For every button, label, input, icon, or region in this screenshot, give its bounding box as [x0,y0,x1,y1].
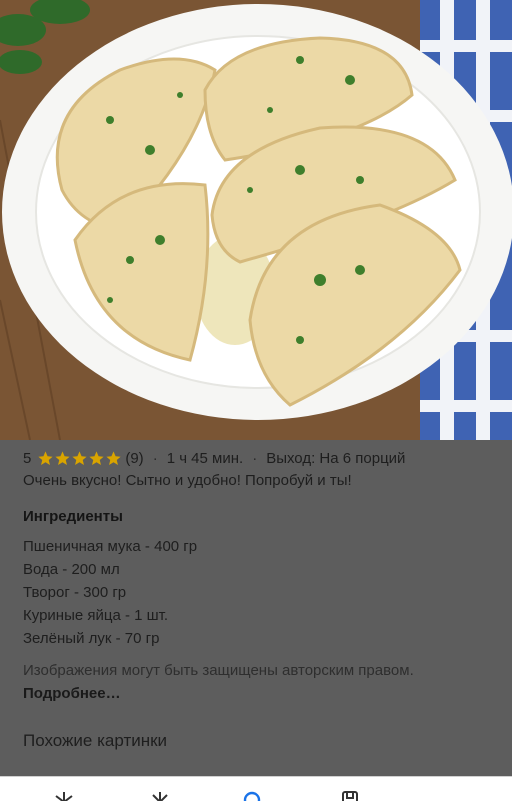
recipe-yield: Выход: На 6 порций [266,449,406,467]
star-icon [89,450,104,465]
similar-images-link[interactable]: Похожие картинки [23,731,167,751]
updates-icon[interactable] [148,790,172,801]
copyright-notice: Изображения могут быть защищены авторски… [23,659,483,705]
review-count[interactable]: (9) [125,450,143,467]
ingredients-heading: Ингредиенты [23,508,123,525]
rating-stars [37,450,122,467]
star-icon [72,450,87,465]
cook-time: 1 ч 45 мин. [166,449,244,467]
collections-icon[interactable] [338,790,362,801]
ingredient-item: Пшеничная мука - 400 гр [23,538,198,555]
recipe-info-panel: 5 (9) · 1 ч 45 мин. · Выход: На 6 порций… [0,440,512,776]
rating-value: 5 [23,449,32,467]
star-icon [106,450,121,465]
learn-more-link[interactable]: Подробнее… [23,685,121,702]
ingredient-item: Вода - 200 мл [23,561,120,578]
ingredient-item: Зелёный лук - 70 гр [23,630,160,647]
more-icon[interactable] [432,790,456,801]
star-icon [38,450,53,465]
bottom-navigation [0,776,512,801]
ingredient-item: Куриные яйца - 1 шт. [23,607,169,624]
recipe-photo[interactable] [0,0,512,440]
recipe-description: Очень вкусно! Сытно и удобно! Попробуй и… [23,472,352,489]
copyright-text: Изображения могут быть защищены авторски… [23,662,414,679]
search-icon[interactable] [242,790,266,801]
separator-dot: · [152,449,158,467]
separator-dot: · [252,449,258,467]
ingredients-list: Пшеничная мука - 400 гр Вода - 200 мл Тв… [23,535,197,650]
recipe-meta-row: 5 (9) · 1 ч 45 мин. · Выход: На 6 порций [23,446,405,470]
discover-icon[interactable] [52,790,76,801]
ingredient-item: Творог - 300 гр [23,584,127,601]
star-icon [55,450,70,465]
